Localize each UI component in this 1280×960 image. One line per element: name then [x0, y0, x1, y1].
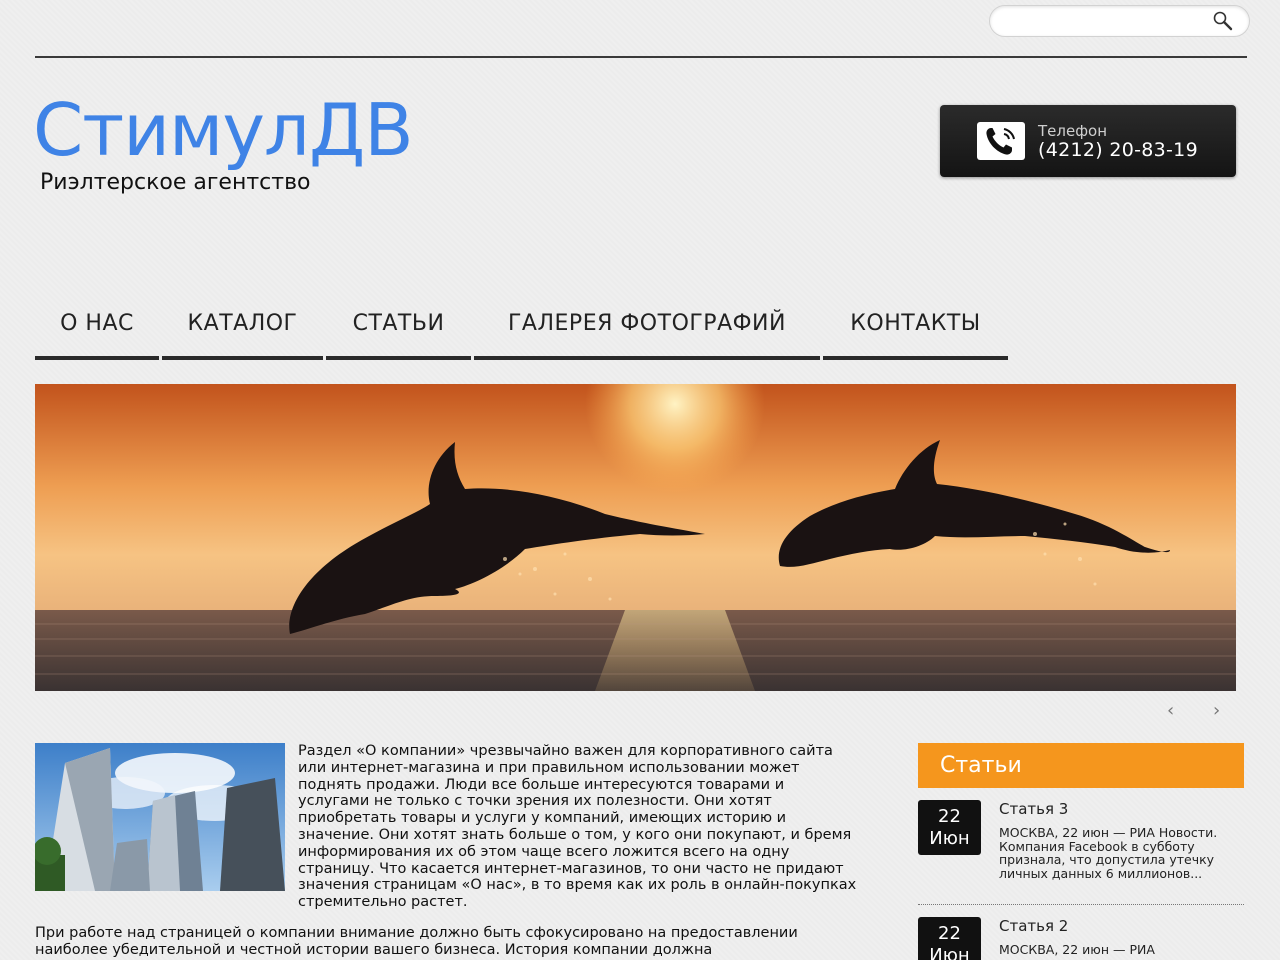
date-month: Июн	[929, 945, 970, 960]
date-day: 22	[938, 806, 961, 827]
sidebar-article-item[interactable]: 22 Июн Статья 3 МОСКВА, 22 июн — РИА Нов…	[918, 800, 1244, 906]
article-title-link[interactable]: Статья 3	[999, 800, 1068, 818]
date-badge: 22 Июн	[918, 917, 981, 960]
slider-prev-arrow[interactable]: ‹	[1167, 700, 1174, 721]
about-image-buildings	[35, 743, 285, 891]
date-month: Июн	[929, 828, 970, 849]
article-excerpt: МОСКВА, 22 июн — РИА	[999, 942, 1155, 957]
top-divider	[35, 56, 1247, 58]
search-input[interactable]	[1004, 11, 1208, 33]
article-title-link[interactable]: Статья 2	[999, 917, 1068, 935]
phone-box: Телефон (4212) 20-83-19	[940, 105, 1236, 177]
main-nav: О НАС КАТАЛОГ СТАТЬИ ГАЛЕРЕЯ ФОТОГРАФИЙ …	[35, 290, 1011, 360]
about-paragraph-2: При работе над страницей о компании вним…	[35, 925, 798, 958]
nav-item-catalog[interactable]: КАТАЛОГ	[162, 290, 323, 360]
hero-slider	[35, 384, 1236, 691]
slider-image-dolphins	[35, 384, 1236, 691]
nav-item-articles[interactable]: СТАТЬИ	[326, 290, 471, 360]
nav-item-about[interactable]: О НАС	[35, 290, 159, 360]
article-excerpt: МОСКВА, 22 июн — РИА Новости. Компания F…	[999, 825, 1218, 881]
phone-number: (4212) 20-83-19	[1038, 139, 1198, 161]
logo-title[interactable]: СтимулДВ	[33, 87, 414, 173]
sidebar-articles-header: Статьи	[918, 743, 1244, 788]
logo-subtitle: Риэлтерское агентство	[40, 170, 311, 195]
search-icon[interactable]	[1212, 10, 1234, 32]
article-divider	[918, 904, 1244, 906]
about-paragraph-1: Раздел «О компании» чрезвычайно важен дл…	[298, 743, 857, 911]
phone-icon	[977, 122, 1025, 160]
phone-label: Телефон	[1038, 122, 1108, 140]
sidebar-article-item[interactable]: 22 Июн Статья 2 МОСКВА, 22 июн — РИА	[918, 917, 1244, 960]
nav-item-contacts[interactable]: КОНТАКТЫ	[823, 290, 1008, 360]
slider-next-arrow[interactable]: ›	[1213, 700, 1220, 721]
nav-item-gallery[interactable]: ГАЛЕРЕЯ ФОТОГРАФИЙ	[474, 290, 820, 360]
date-badge: 22 Июн	[918, 800, 981, 855]
date-day: 22	[938, 923, 961, 944]
search-box[interactable]	[989, 5, 1250, 37]
page: СтимулДВ Риэлтерское агентство Телефон (…	[0, 0, 1280, 960]
